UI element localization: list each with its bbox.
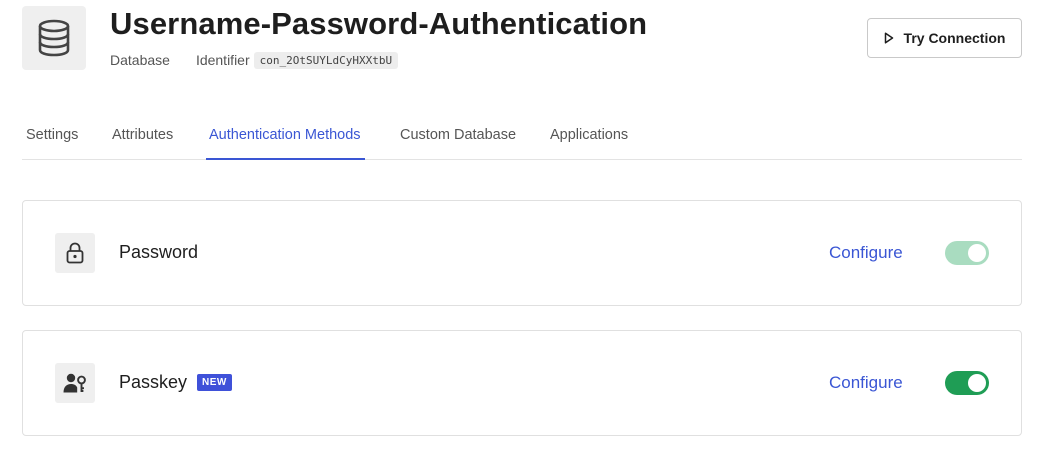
method-card-passkey: Passkey NEW Configure (22, 330, 1022, 436)
method-name: Password (119, 242, 199, 262)
new-badge: NEW (197, 374, 232, 391)
passkey-toggle[interactable] (945, 371, 989, 395)
try-connection-label: Try Connection (903, 30, 1006, 46)
try-connection-button[interactable]: Try Connection (867, 18, 1022, 58)
method-name: Passkey (119, 372, 188, 392)
lock-icon (66, 242, 84, 264)
toggle-knob (968, 244, 986, 262)
connection-type: Database (110, 52, 170, 68)
tab-authentication-methods[interactable]: Authentication Methods (206, 115, 365, 160)
configure-passkey-link[interactable]: Configure (829, 373, 903, 393)
tab-attributes[interactable]: Attributes (112, 115, 173, 160)
configure-password-link[interactable]: Configure (829, 243, 903, 263)
connection-meta: Database Identifier con_2OtSUYLdCyHXXtbU (110, 50, 399, 70)
play-icon (884, 32, 893, 44)
identifier-value: con_2OtSUYLdCyHXXtbU (253, 51, 399, 69)
user-key-icon (63, 373, 86, 393)
tab-applications[interactable]: Applications (550, 115, 628, 160)
tab-custom-database[interactable]: Custom Database (400, 115, 516, 160)
database-icon (38, 19, 70, 57)
page-title: Username-Password-Authentication (110, 6, 648, 41)
method-card-password: Password Configure (22, 200, 1022, 306)
password-toggle[interactable] (945, 241, 989, 265)
method-title-password: Password (119, 242, 198, 263)
connection-icon-tile (22, 6, 86, 70)
toggle-knob (968, 374, 986, 392)
tab-settings[interactable]: Settings (26, 115, 78, 160)
identifier-label: Identifier (195, 52, 250, 68)
method-title-passkey: Passkey NEW (119, 372, 232, 393)
passkey-icon-tile (55, 363, 95, 403)
tab-bar: Settings Attributes Authentication Metho… (22, 115, 1022, 160)
password-icon-tile (55, 233, 95, 273)
